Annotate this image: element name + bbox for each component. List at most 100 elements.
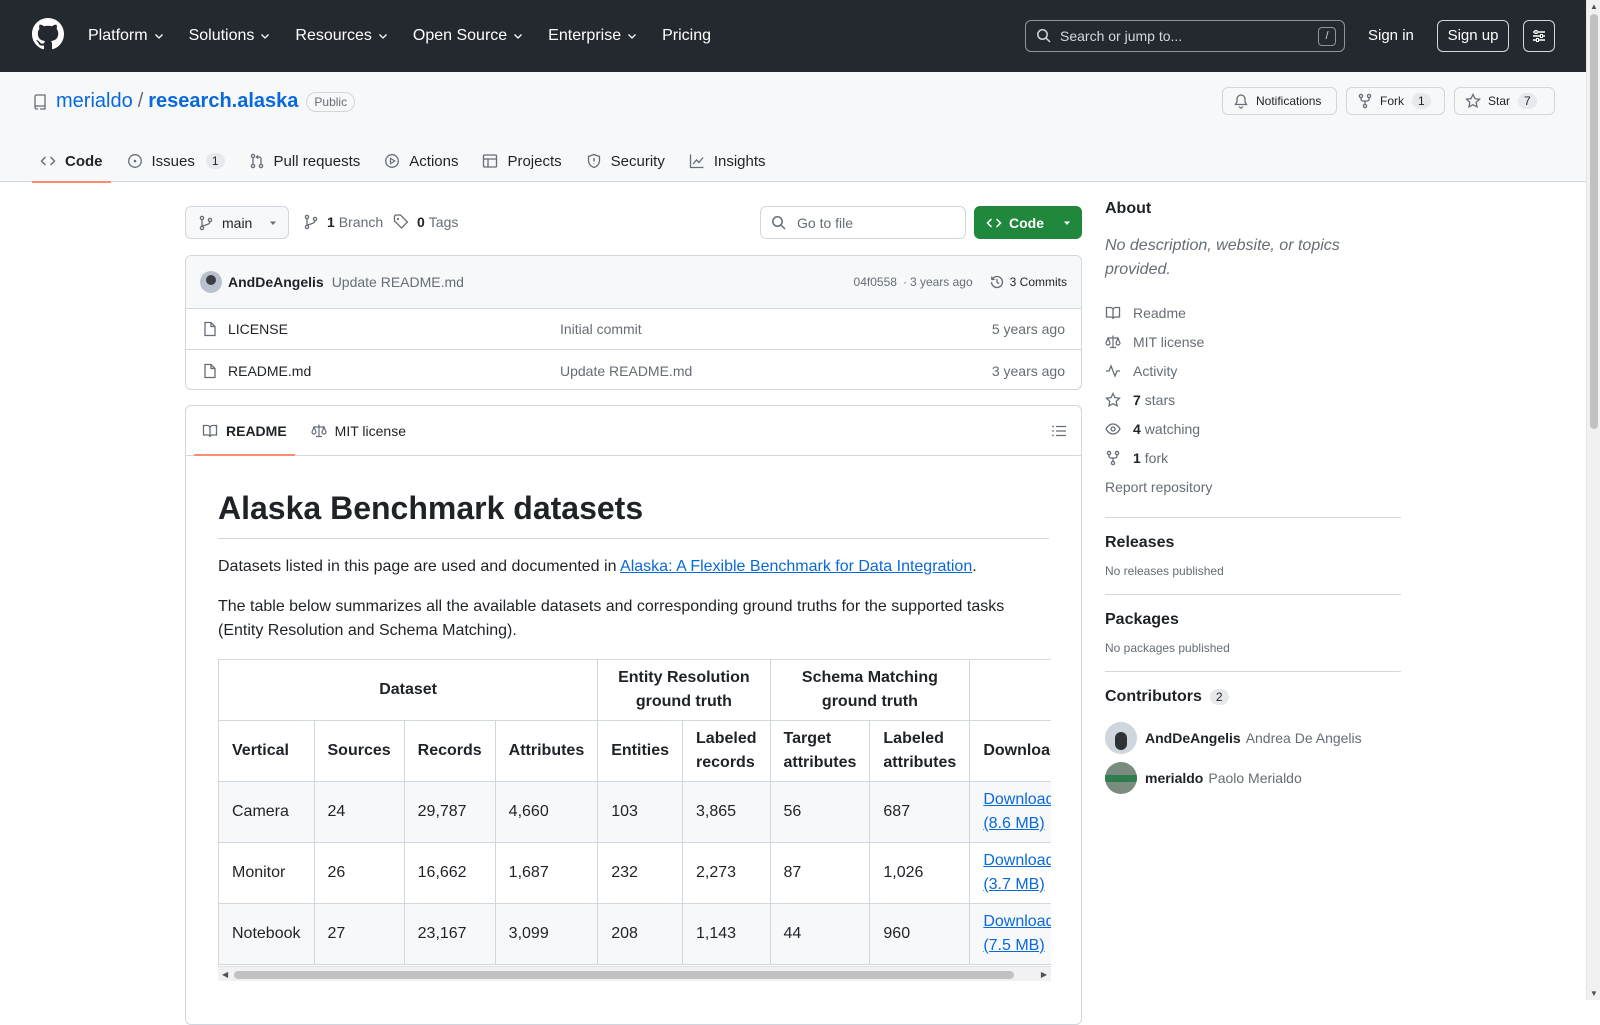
tab-label: README bbox=[226, 422, 287, 439]
search-input[interactable]: Search or jump to... / bbox=[1025, 20, 1345, 52]
releases-heading[interactable]: Releases bbox=[1105, 534, 1401, 552]
column-header-row: Vertical Sources Records Attributes Enti… bbox=[218, 720, 1051, 782]
stars-count: 7 bbox=[1133, 391, 1141, 408]
file-name-link[interactable]: LICENSE bbox=[228, 321, 288, 337]
watchers-link[interactable]: 4 watching bbox=[1105, 414, 1401, 443]
scroll-right-arrow-icon[interactable]: ▶ bbox=[1041, 970, 1047, 979]
nav-enterprise[interactable]: Enterprise bbox=[548, 27, 638, 45]
contributor-item[interactable]: AndDeAngelis Andrea De Angelis bbox=[1105, 718, 1401, 758]
list-icon[interactable] bbox=[1051, 423, 1067, 439]
license-link[interactable]: MIT license bbox=[1105, 327, 1401, 356]
file-row[interactable]: LICENSE Initial commit 5 years ago bbox=[186, 309, 1081, 350]
repo-name-link[interactable]: research.alaska bbox=[148, 90, 298, 113]
commit-sha[interactable]: 04f0558 bbox=[854, 275, 897, 289]
caret-down-icon bbox=[270, 221, 277, 225]
visibility-badge: Public bbox=[306, 91, 356, 112]
file-commit-message[interactable]: Update README.md bbox=[560, 363, 692, 379]
releases-empty-text: No releases published bbox=[1105, 564, 1224, 578]
graph-icon bbox=[689, 154, 704, 169]
download-link[interactable]: Download (7.5 MB) bbox=[983, 910, 1051, 958]
paper-link[interactable]: Alaska: A Flexible Benchmark for Data In… bbox=[620, 558, 972, 575]
forks-link[interactable]: 1 fork bbox=[1105, 443, 1401, 472]
commit-message[interactable]: Update README.md bbox=[332, 274, 464, 290]
notifications-button[interactable]: Notifications bbox=[1222, 87, 1337, 115]
vertical-scrollbar[interactable]: ▲ ▼ bbox=[1586, 0, 1600, 1000]
tab-actions[interactable]: Actions bbox=[376, 140, 466, 182]
go-to-file-input[interactable]: Go to file bbox=[760, 206, 966, 239]
menu-button[interactable] bbox=[1523, 20, 1555, 52]
table-cell: 687 bbox=[869, 781, 971, 843]
branch-selector[interactable]: main bbox=[185, 206, 289, 239]
file-row[interactable]: README.md Update README.md 3 years ago bbox=[186, 350, 1081, 389]
table-cell: Camera bbox=[218, 781, 315, 843]
github-logo-icon[interactable] bbox=[32, 18, 64, 50]
fork-icon bbox=[1358, 93, 1372, 109]
nav-platform[interactable]: Platform bbox=[88, 27, 165, 45]
avatar[interactable] bbox=[1105, 722, 1137, 754]
branches-link[interactable]: 1 Branch bbox=[303, 214, 383, 230]
stars-link[interactable]: 7 stars bbox=[1105, 385, 1401, 414]
chevron-down-icon bbox=[261, 34, 270, 39]
contributor-login: AndDeAngelis bbox=[1145, 730, 1241, 746]
sliders-icon bbox=[1533, 30, 1545, 42]
packages-empty-text: No packages published bbox=[1105, 641, 1230, 655]
repo-separator: / bbox=[137, 90, 144, 112]
nav-open-source[interactable]: Open Source bbox=[413, 27, 524, 45]
tab-insights[interactable]: Insights bbox=[681, 140, 774, 182]
download-link[interactable]: Download (8.6 MB) bbox=[983, 788, 1051, 836]
scrollbar-thumb[interactable] bbox=[1590, 14, 1598, 429]
go-to-file-placeholder: Go to file bbox=[797, 214, 854, 231]
horizontal-scrollbar[interactable]: ◀ ▶ bbox=[218, 966, 1051, 981]
readme-title: Alaska Benchmark datasets bbox=[218, 488, 1049, 539]
tab-projects[interactable]: Projects bbox=[474, 140, 569, 182]
fork-count: 1 bbox=[1412, 93, 1431, 109]
table-cell: 24 bbox=[313, 781, 405, 843]
tab-label: Code bbox=[65, 152, 103, 170]
nav-resources[interactable]: Resources bbox=[295, 27, 388, 45]
tab-code[interactable]: Code bbox=[32, 140, 111, 183]
scroll-left-arrow-icon[interactable]: ◀ bbox=[222, 970, 228, 979]
table-cell: 208 bbox=[597, 903, 684, 965]
column-header: Vertical bbox=[218, 720, 315, 782]
report-repository-link[interactable]: Report repository bbox=[1105, 472, 1401, 501]
divider bbox=[1105, 594, 1401, 595]
file-commit-message[interactable]: Initial commit bbox=[560, 321, 642, 337]
nav-pricing[interactable]: Pricing bbox=[662, 27, 711, 45]
file-name-link[interactable]: README.md bbox=[228, 363, 311, 379]
readme-paragraph: The table below summarizes all the avail… bbox=[218, 598, 1005, 639]
tab-pull-requests[interactable]: Pull requests bbox=[241, 140, 369, 182]
nav-solutions[interactable]: Solutions bbox=[189, 27, 272, 45]
heading-text: Packages bbox=[1105, 611, 1179, 628]
sign-up-button[interactable]: Sign up bbox=[1437, 20, 1509, 52]
tab-readme[interactable]: README bbox=[194, 406, 295, 456]
chevron-down-icon bbox=[378, 34, 387, 39]
packages-heading[interactable]: Packages bbox=[1105, 611, 1401, 629]
fork-button[interactable]: Fork 1 bbox=[1346, 87, 1445, 115]
group-header: Schema Matching ground truth bbox=[769, 659, 971, 721]
star-icon bbox=[1105, 391, 1121, 407]
download-link[interactable]: Download (3.7 MB) bbox=[983, 849, 1051, 897]
sign-in-link[interactable]: Sign in bbox=[1368, 27, 1414, 44]
contributor-item[interactable]: merialdo Paolo Merialdo bbox=[1105, 758, 1401, 798]
tags-link[interactable]: 0 Tags bbox=[393, 214, 458, 230]
tab-security[interactable]: Security bbox=[578, 140, 673, 182]
star-button[interactable]: Star 7 bbox=[1454, 87, 1555, 115]
table-cell: 3,099 bbox=[494, 903, 599, 965]
table-cell: 4,660 bbox=[494, 781, 599, 843]
commit-author[interactable]: AndDeAngelis bbox=[228, 274, 324, 290]
scrollbar-thumb[interactable] bbox=[234, 971, 1014, 979]
readme-link[interactable]: Readme bbox=[1105, 298, 1401, 327]
table-icon bbox=[483, 154, 498, 168]
activity-link[interactable]: Activity bbox=[1105, 356, 1401, 385]
tab-license[interactable]: MIT license bbox=[303, 406, 414, 455]
avatar[interactable] bbox=[200, 271, 222, 293]
branch-count: 1 bbox=[327, 214, 335, 230]
tab-issues[interactable]: Issues 1 bbox=[119, 140, 233, 182]
contributors-heading[interactable]: Contributors 2 bbox=[1105, 688, 1401, 706]
avatar[interactable] bbox=[1105, 762, 1137, 794]
scroll-down-arrow-icon[interactable]: ▼ bbox=[1590, 989, 1598, 998]
repo-owner-link[interactable]: merialdo bbox=[56, 90, 133, 113]
commits-link[interactable]: 3 Commits bbox=[989, 274, 1067, 290]
scroll-up-arrow-icon[interactable]: ▲ bbox=[1590, 2, 1598, 11]
code-button[interactable]: Code bbox=[974, 206, 1082, 239]
